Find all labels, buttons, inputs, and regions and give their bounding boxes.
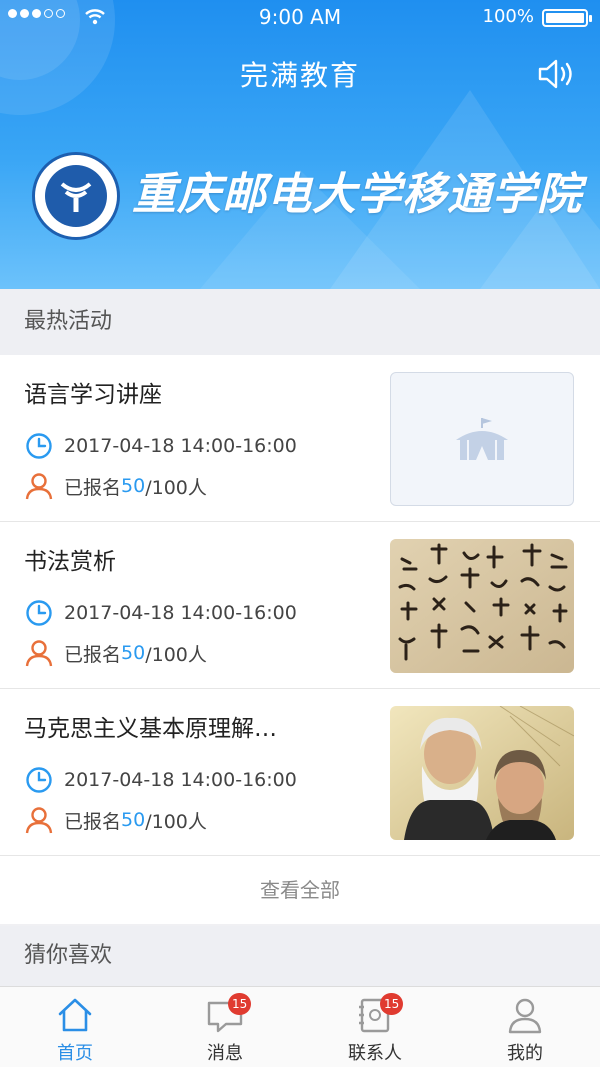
- tab-messages[interactable]: 15 消息: [150, 987, 300, 1067]
- tab-profile[interactable]: 我的: [450, 987, 600, 1067]
- activity-time: 2017-04-18 14:00-16:00: [64, 602, 297, 624]
- contacts-badge: 15: [380, 993, 404, 1015]
- tab-label: 消息: [207, 1043, 243, 1064]
- home-icon: [58, 998, 92, 1032]
- activity-time: 2017-04-18 14:00-16:00: [64, 769, 297, 791]
- activity-item[interactable]: 书法赏析 2017-04-18 14:00-16:00 已报名 50/100人: [0, 522, 600, 689]
- tab-contacts[interactable]: 15 联系人: [300, 987, 450, 1067]
- enroll-capacity: /100人: [145, 643, 207, 666]
- enroll-count: 50: [121, 642, 146, 664]
- battery-icon: [542, 9, 592, 27]
- activity-list: 语言学习讲座 2017-04-18 14:00-16:00 已报名 50/100人: [0, 355, 600, 924]
- speaker-icon[interactable]: [534, 54, 578, 94]
- enroll-count: 50: [121, 475, 146, 497]
- activity-time: 2017-04-18 14:00-16:00: [64, 435, 297, 457]
- header: 9:00 AM 100% 完满教育 重庆邮电大学移通学院: [0, 0, 600, 289]
- section-title-hot: 最热活动: [0, 289, 600, 355]
- school-name: 重庆邮电大学移通学院: [132, 169, 582, 220]
- tent-icon: [456, 418, 508, 460]
- activity-thumbnail-calligraphy: [390, 539, 574, 673]
- clock-icon: [26, 433, 52, 459]
- activity-title: 书法赏析: [24, 549, 116, 575]
- enroll-label: 已报名: [64, 810, 122, 833]
- tab-label: 联系人: [348, 1043, 402, 1064]
- page-title: 完满教育: [239, 59, 360, 92]
- enroll-capacity: /100人: [145, 476, 207, 499]
- activity-item[interactable]: 马克思主义基本原理解… 2017-04-18 14:00-16:00 已报名 50…: [0, 689, 600, 856]
- user-icon: [25, 807, 53, 834]
- clock-icon: [26, 767, 52, 793]
- enroll-label: 已报名: [64, 643, 122, 666]
- clock-icon: [26, 600, 52, 626]
- activity-thumbnail: [390, 372, 574, 506]
- battery-percent: 100%: [482, 6, 534, 27]
- activity-thumbnail-portrait: [390, 706, 574, 840]
- university-emblem-icon: [32, 152, 120, 240]
- user-icon: [25, 640, 53, 667]
- view-all-link[interactable]: 查看全部: [0, 856, 600, 924]
- enroll-label: 已报名: [64, 476, 122, 499]
- profile-icon: [508, 998, 542, 1034]
- enroll-capacity: /100人: [145, 810, 207, 833]
- tab-home[interactable]: 首页: [0, 987, 150, 1067]
- status-bar: 9:00 AM 100%: [0, 0, 600, 34]
- activity-title: 语言学习讲座: [24, 382, 162, 408]
- section-title-like: 猜你喜欢: [0, 926, 600, 986]
- tab-bar: 首页 15 消息 15 联系人 我的: [0, 986, 600, 1067]
- activity-title: 马克思主义基本原理解…: [24, 716, 277, 742]
- tab-label: 我的: [507, 1043, 543, 1064]
- user-icon: [25, 473, 53, 500]
- enroll-count: 50: [121, 809, 146, 831]
- header-decoration: [0, 0, 600, 289]
- message-badge: 15: [228, 993, 252, 1015]
- tab-label: 首页: [57, 1043, 93, 1064]
- activity-item[interactable]: 语言学习讲座 2017-04-18 14:00-16:00 已报名 50/100人: [0, 355, 600, 522]
